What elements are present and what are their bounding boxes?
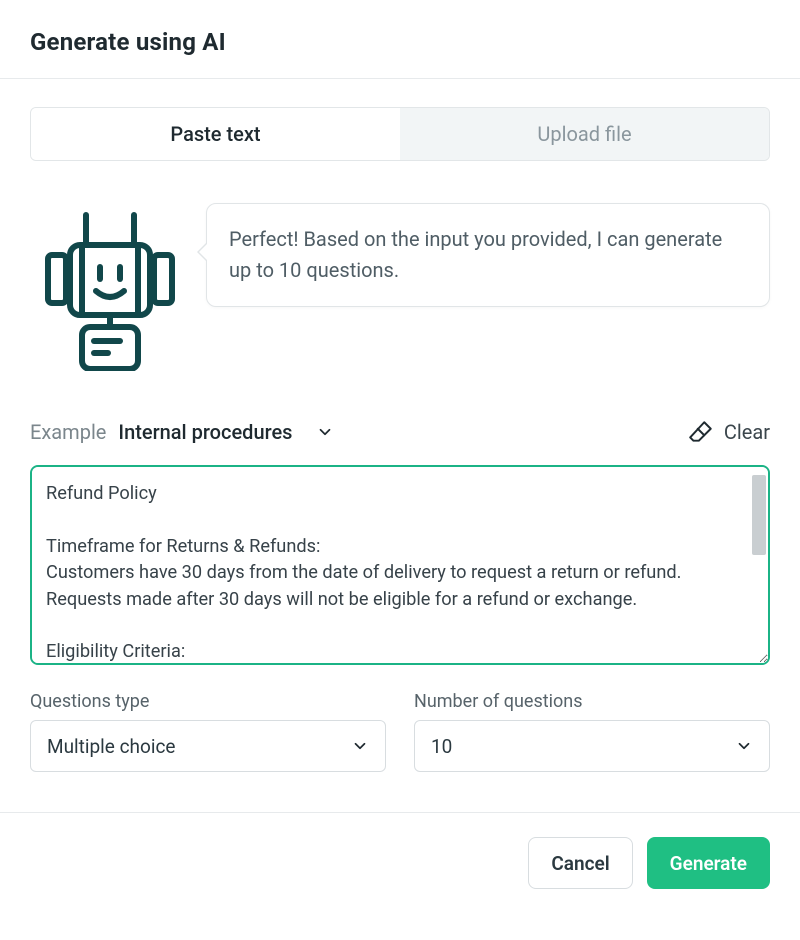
bot-speech-bubble: Perfect! Based on the input you provided… xyxy=(206,203,770,307)
dialog-title: Generate using AI xyxy=(30,28,770,56)
field-number-questions: Number of questions 10 xyxy=(414,691,770,772)
source-textarea[interactable] xyxy=(30,465,770,665)
tab-label: Paste text xyxy=(170,122,260,146)
source-tabs: Paste text Upload file xyxy=(30,107,770,161)
field-label: Number of questions xyxy=(414,691,770,712)
tab-upload-file[interactable]: Upload file xyxy=(400,108,769,160)
chevron-down-icon xyxy=(351,737,369,755)
example-picker: Example Internal procedures xyxy=(30,420,334,444)
generate-label: Generate xyxy=(670,852,747,875)
question-type-select[interactable]: Multiple choice xyxy=(30,720,386,772)
bot-message-row: Perfect! Based on the input you provided… xyxy=(30,201,770,375)
dialog-generate-ai: Generate using AI Paste text Upload file xyxy=(0,0,800,913)
scrollbar-thumb[interactable] xyxy=(752,475,766,555)
dialog-footer: Cancel Generate xyxy=(0,812,800,913)
example-dropdown[interactable]: Internal procedures xyxy=(118,420,334,444)
clear-label: Clear xyxy=(724,420,770,444)
example-clear-row: Example Internal procedures Clear xyxy=(30,419,770,445)
field-question-type: Questions type Multiple choice xyxy=(30,691,386,772)
options-row: Questions type Multiple choice Number of… xyxy=(30,691,770,772)
dialog-body: Paste text Upload file xyxy=(0,79,800,812)
question-type-value: Multiple choice xyxy=(47,735,175,758)
cancel-button[interactable]: Cancel xyxy=(528,837,632,889)
eraser-icon xyxy=(688,419,714,445)
bot-speech-text: Perfect! Based on the input you provided… xyxy=(229,227,722,282)
number-questions-select[interactable]: 10 xyxy=(414,720,770,772)
dialog-header: Generate using AI xyxy=(0,0,800,79)
number-questions-value: 10 xyxy=(431,735,452,758)
example-label: Example xyxy=(30,420,106,444)
generate-button[interactable]: Generate xyxy=(647,837,770,889)
tab-paste-text[interactable]: Paste text xyxy=(31,108,400,160)
bot-icon xyxy=(30,201,190,375)
chevron-down-icon xyxy=(316,423,334,441)
clear-button[interactable]: Clear xyxy=(688,419,770,445)
source-text-wrap xyxy=(30,465,770,669)
example-selected-value: Internal procedures xyxy=(118,420,292,444)
cancel-label: Cancel xyxy=(551,852,609,875)
field-label: Questions type xyxy=(30,691,386,712)
tab-label: Upload file xyxy=(537,122,631,146)
chevron-down-icon xyxy=(735,737,753,755)
